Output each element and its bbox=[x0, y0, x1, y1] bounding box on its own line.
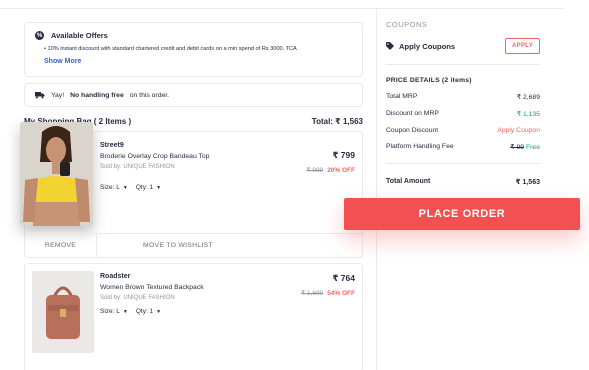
qty-value: Qty: 1 bbox=[135, 308, 154, 315]
product-photo-top bbox=[20, 122, 93, 226]
remove-button[interactable]: REMOVE bbox=[25, 234, 97, 257]
product-image[interactable] bbox=[20, 122, 93, 226]
show-more-link[interactable]: Show More bbox=[44, 58, 352, 65]
item-name[interactable]: Women Brown Textured Backpack bbox=[100, 284, 204, 291]
item-selects: Size: L ▼ Qty: 1 ▼ bbox=[100, 184, 209, 191]
item-seller: Sold by: UNIQUE FASHION bbox=[100, 164, 175, 170]
place-order-button[interactable]: PLACE ORDER bbox=[344, 198, 580, 230]
apply-coupon-button[interactable]: APPLY bbox=[505, 38, 540, 54]
price-row-total-mrp: Total MRP ₹ 2,689 bbox=[386, 93, 540, 101]
handling-suffix: on this order. bbox=[129, 91, 170, 99]
price-row-value-group: ₹ 99 Free bbox=[510, 143, 540, 151]
total-value: ₹ 1,563 bbox=[515, 179, 540, 186]
size-select[interactable]: Size: L ▼ bbox=[100, 184, 128, 191]
offer-text: • 10% instant discount with standard cha… bbox=[44, 46, 297, 52]
product-image[interactable] bbox=[32, 271, 94, 353]
item-actions: REMOVE MOVE TO WISHLIST bbox=[25, 233, 362, 257]
item-seller: Sold by: UNIQUE FASHION bbox=[100, 295, 175, 301]
item-price: ₹ 799 bbox=[332, 150, 355, 160]
chevron-down-icon: ▼ bbox=[156, 308, 162, 315]
handling-banner: Yay! No handling free on this order. bbox=[24, 83, 363, 107]
handling-prefix: Yay! bbox=[51, 91, 65, 99]
price-row-value: ₹ 2,689 bbox=[516, 94, 540, 101]
item-discount: 54% OFF bbox=[327, 290, 355, 297]
apply-coupon-label: Apply Coupons bbox=[399, 41, 456, 51]
bag-total: Total: ₹ 1,563 bbox=[311, 117, 363, 126]
size-value: Size: L bbox=[100, 184, 120, 191]
price-row-value: ₹ 1,135 bbox=[516, 111, 540, 118]
item-name[interactable]: Broderie Overlay Crop Bandeau Top bbox=[100, 153, 209, 160]
apply-coupon-row: Apply Coupons APPLY bbox=[386, 38, 540, 54]
item-info: Roadster Women Brown Textured Backpack S… bbox=[100, 273, 204, 315]
cart-item: Roadster Women Brown Textured Backpack S… bbox=[24, 263, 363, 370]
qty-select[interactable]: Qty: 1 ▼ bbox=[136, 184, 161, 191]
apply-coupon-link[interactable]: Apply Coupon bbox=[497, 127, 540, 134]
mrp-line: ₹ 999 20% OFF bbox=[306, 166, 355, 174]
price-row-label: Total MRP bbox=[386, 93, 418, 100]
item-mrp: ₹ 999 bbox=[306, 167, 324, 174]
item-info: Street9 Broderie Overlay Crop Bandeau To… bbox=[100, 142, 209, 191]
size-select[interactable]: Size: L ▼ bbox=[100, 308, 128, 315]
size-value: Size: L bbox=[100, 308, 120, 315]
chevron-down-icon: ▼ bbox=[122, 184, 128, 191]
price-row-label: Coupon Discount bbox=[386, 127, 439, 134]
handling-fee-free: Free bbox=[526, 144, 540, 151]
price-details-title: PRICE DETAILS (2 items) bbox=[386, 77, 472, 84]
top-divider bbox=[0, 8, 564, 9]
price-row-label: Discount on MRP bbox=[386, 110, 439, 117]
price-box: ₹ 799 ₹ 999 20% OFF bbox=[306, 150, 355, 174]
cart-item: Street9 Broderie Overlay Crop Bandeau To… bbox=[20, 122, 363, 258]
tag-icon bbox=[386, 42, 394, 50]
item-brand: Street9 bbox=[100, 142, 124, 149]
item-brand: Roadster bbox=[100, 273, 131, 280]
price-summary-column: COUPONS Apply Coupons APPLY PRICE DETAIL… bbox=[386, 20, 540, 186]
total-divider bbox=[386, 163, 540, 164]
handling-bold: No handling free bbox=[70, 91, 124, 99]
offer-line: 10% instant discount with standard chart… bbox=[47, 46, 297, 52]
discount-icon: % bbox=[35, 31, 44, 40]
chevron-down-icon: ▼ bbox=[156, 184, 162, 191]
price-row-discount: Discount on MRP ₹ 1,135 bbox=[386, 110, 540, 118]
total-amount-row: Total Amount ₹ 1,563 bbox=[386, 178, 540, 186]
price-row-coupon: Coupon Discount Apply Coupon bbox=[386, 127, 540, 134]
mrp-line: ₹ 1,699 54% OFF bbox=[301, 289, 355, 297]
item-selects: Size: L ▼ Qty: 1 ▼ bbox=[100, 308, 204, 315]
offers-header: % Available Offers bbox=[35, 31, 352, 40]
chevron-down-icon: ▼ bbox=[122, 308, 128, 315]
item-price: ₹ 764 bbox=[332, 273, 355, 283]
apply-coupon-label-group: Apply Coupons bbox=[386, 42, 455, 51]
qty-value: Qty: 1 bbox=[135, 184, 154, 191]
qty-select[interactable]: Qty: 1 ▼ bbox=[136, 308, 161, 315]
price-row-handling-fee: Platform Handling Fee ₹ 99 Free bbox=[386, 143, 540, 151]
move-to-wishlist-button[interactable]: MOVE TO WISHLIST bbox=[97, 234, 362, 257]
item-mrp: ₹ 1,699 bbox=[300, 290, 324, 297]
product-photo-backpack bbox=[32, 271, 94, 353]
handling-fee-strike: ₹ 99 bbox=[510, 144, 525, 151]
offers-title: Available Offers bbox=[51, 31, 108, 40]
column-divider bbox=[376, 8, 377, 370]
offers-card: % Available Offers • 10% instant discoun… bbox=[24, 22, 363, 77]
coupon-divider bbox=[386, 64, 540, 65]
item-discount: 20% OFF bbox=[327, 167, 355, 174]
price-box: ₹ 764 ₹ 1,699 54% OFF bbox=[301, 273, 355, 297]
coupons-title: COUPONS bbox=[386, 20, 428, 29]
total-label: Total Amount bbox=[386, 178, 431, 185]
cart-left-column: % Available Offers • 10% instant discoun… bbox=[20, 22, 363, 370]
price-row-label: Platform Handling Fee bbox=[386, 143, 454, 150]
truck-icon bbox=[35, 92, 45, 99]
